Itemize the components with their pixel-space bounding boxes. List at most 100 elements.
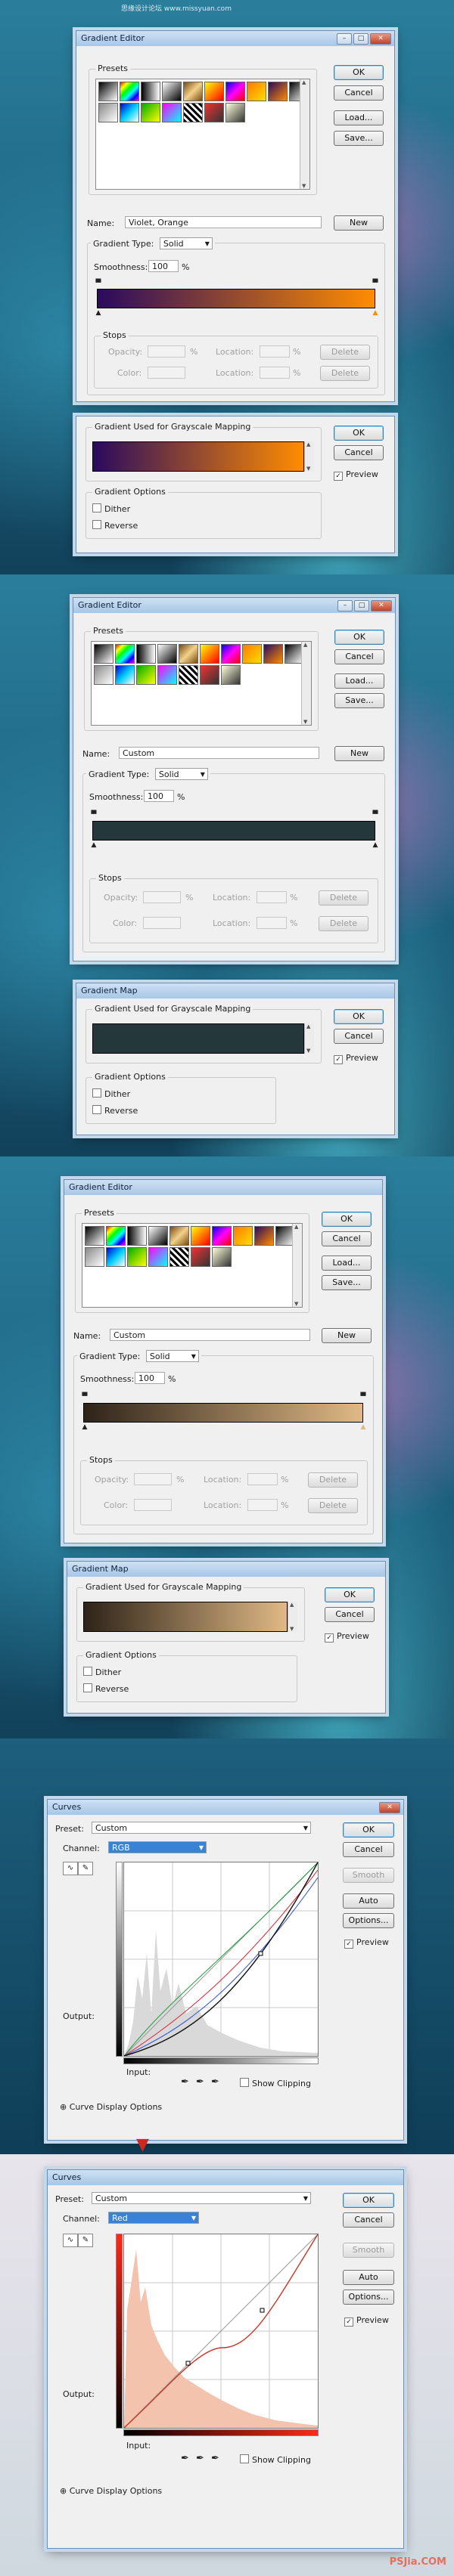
gradient-preset-swatch[interactable] [157, 665, 177, 685]
gradient-preset-swatch[interactable] [247, 82, 266, 101]
cancel-button[interactable]: Cancel [325, 1607, 375, 1622]
gradient-preset-swatch[interactable] [179, 665, 198, 685]
gradient-preset-swatch[interactable] [200, 665, 219, 685]
gradient-preset-swatch[interactable] [136, 665, 156, 685]
dither-checkbox[interactable]: Dither [83, 1667, 121, 1677]
stop-icon[interactable]: ▀ [372, 812, 378, 819]
eyedropper-icon[interactable]: ✒ [181, 2076, 189, 2088]
eyedropper-icon[interactable]: ✒ [181, 2453, 189, 2464]
curve-graph-svg[interactable] [124, 1862, 318, 2056]
opacity-field[interactable] [148, 345, 185, 358]
gradient-preset-swatch[interactable] [98, 82, 118, 101]
preview-checkbox[interactable]: ✓ Preview [344, 2315, 389, 2327]
pencil-icon[interactable]: ✎ [78, 2234, 93, 2247]
gradient-preset-swatch[interactable] [85, 1226, 104, 1246]
color-field[interactable] [148, 367, 185, 379]
delete-button[interactable]: Delete [320, 345, 370, 360]
gradient-bar[interactable] [97, 289, 375, 308]
gradient-preset-swatch[interactable] [106, 1247, 126, 1267]
preview-checkbox[interactable]: ✓ Preview [334, 469, 378, 481]
maximize-icon[interactable]: □ [353, 33, 368, 45]
stop-icon[interactable]: ▲ [91, 842, 97, 849]
gradient-picker-arrow[interactable] [288, 1602, 297, 1632]
cancel-button[interactable]: Cancel [334, 445, 384, 460]
gradient-preset-swatch[interactable] [225, 82, 245, 101]
color-location-field[interactable] [247, 1499, 278, 1511]
smooth-button[interactable]: Smooth [343, 2243, 394, 2258]
delete-button[interactable]: Delete [308, 1472, 358, 1488]
presets-scrollbar[interactable] [292, 1224, 302, 1307]
curve-graph[interactable] [123, 1862, 319, 2057]
ok-button[interactable]: OK [334, 1009, 384, 1024]
gradient-preset-swatch[interactable] [183, 82, 203, 101]
curve-tool-icon[interactable]: ∿ [63, 2234, 78, 2247]
stop-icon[interactable]: ▀ [91, 812, 97, 819]
maximize-icon[interactable]: □ [354, 600, 369, 611]
curve-display-options-toggle[interactable]: ⊕ Curve Display Options [60, 2102, 162, 2112]
preview-checkbox[interactable]: ✓ Preview [344, 1937, 389, 1949]
color-location-field[interactable] [257, 917, 287, 929]
presets-scrollbar[interactable] [300, 79, 309, 189]
gradient-preset-swatch[interactable] [162, 103, 182, 122]
gradient-type-select[interactable]: Solid ▼ [145, 1350, 199, 1362]
curve-graph[interactable] [123, 2234, 319, 2429]
opacity-location-field[interactable] [257, 891, 287, 903]
gradient-preset-swatch[interactable] [141, 82, 160, 101]
ok-button[interactable]: OK [325, 1587, 375, 1602]
ok-button[interactable]: OK [334, 426, 384, 441]
preset-select[interactable]: Custom ▼ [92, 2192, 311, 2204]
stop-icon[interactable]: ▲ [372, 842, 378, 849]
ok-button[interactable]: OK [322, 1212, 372, 1227]
gradient-bar[interactable] [83, 1403, 363, 1423]
close-icon[interactable]: ✕ [371, 600, 392, 611]
expand-icon[interactable]: ⊕ [60, 2486, 67, 2496]
new-button[interactable]: New [334, 215, 384, 231]
presets-list[interactable] [91, 641, 312, 726]
gradient-preset-swatch[interactable] [204, 82, 224, 101]
ok-button[interactable]: OK [343, 1822, 394, 1838]
gradient-preset-swatch[interactable] [179, 644, 198, 664]
load-button[interactable]: Load... [334, 110, 384, 125]
presets-scrollbar[interactable] [301, 642, 311, 725]
gradient-preset-swatch[interactable] [115, 665, 135, 685]
gradient-preset-swatch[interactable] [183, 103, 203, 122]
gradient-preset-swatch[interactable] [162, 82, 182, 101]
presets-list[interactable] [82, 1223, 303, 1308]
minimize-icon[interactable]: – [337, 33, 352, 45]
gradient-preview[interactable] [83, 1602, 288, 1632]
color-location-field[interactable] [260, 367, 290, 379]
gradient-preset-swatch[interactable] [141, 103, 160, 122]
name-field[interactable]: Custom [119, 747, 319, 759]
gradient-type-select[interactable]: Solid ▼ [159, 237, 213, 249]
preview-checkbox[interactable]: ✓ Preview [334, 1053, 378, 1064]
curve-tool-icon[interactable]: ∿ [63, 1862, 78, 1875]
preview-checkbox[interactable]: ✓ Preview [325, 1631, 369, 1643]
gradient-bar[interactable] [92, 821, 375, 841]
gradient-preset-swatch[interactable] [94, 644, 114, 664]
cancel-button[interactable]: Cancel [322, 1231, 372, 1246]
new-button[interactable]: New [322, 1328, 372, 1343]
cancel-button[interactable]: Cancel [343, 2212, 394, 2228]
gradient-picker-arrow[interactable] [304, 1023, 314, 1054]
color-field[interactable] [143, 917, 181, 929]
stop-icon[interactable]: ▀ [82, 1394, 88, 1401]
opacity-location-field[interactable] [260, 345, 290, 358]
gradient-preset-swatch[interactable] [221, 644, 241, 664]
auto-button[interactable]: Auto [343, 1893, 394, 1909]
eyedropper-icon[interactable]: ✒ [211, 2453, 219, 2464]
stop-icon[interactable]: ▲ [95, 310, 101, 317]
show-clipping-checkbox[interactable]: Show Clipping [240, 2454, 311, 2465]
gradient-preset-swatch[interactable] [115, 644, 135, 664]
preset-swatches[interactable] [85, 1226, 295, 1267]
gradient-preset-swatch[interactable] [233, 1226, 253, 1246]
gradient-preset-swatch[interactable] [191, 1247, 210, 1267]
options-button[interactable]: Options... [343, 1913, 394, 1928]
gradient-preset-swatch[interactable] [169, 1247, 189, 1267]
gradient-preset-swatch[interactable] [212, 1247, 232, 1267]
expand-icon[interactable]: ⊕ [60, 2102, 67, 2112]
auto-button[interactable]: Auto [343, 2270, 394, 2285]
name-field[interactable]: Violet, Orange [125, 216, 322, 228]
reverse-checkbox[interactable]: Reverse [92, 520, 138, 531]
gradient-preset-swatch[interactable] [204, 103, 224, 122]
curve-display-options-toggle[interactable]: ⊕ Curve Display Options [60, 2486, 162, 2496]
